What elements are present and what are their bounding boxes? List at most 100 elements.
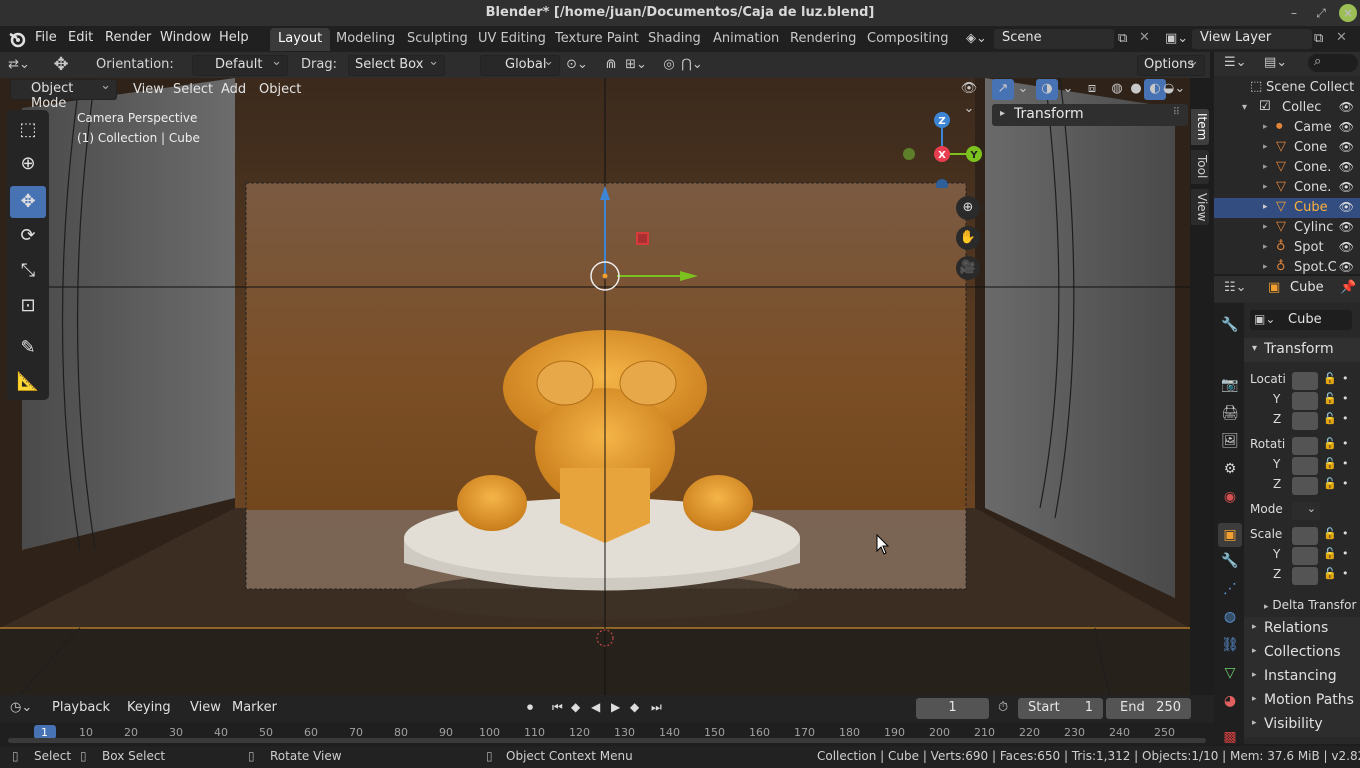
- tab-modeling[interactable]: Modeling: [328, 28, 403, 51]
- menu-file[interactable]: File: [35, 30, 57, 45]
- outliner-item[interactable]: ▸ ♁ Spot.C 👁: [1214, 258, 1360, 274]
- marker-menu[interactable]: Marker: [232, 700, 277, 715]
- eye-icon[interactable]: 👁: [1339, 100, 1354, 114]
- stopwatch-icon[interactable]: ⏱: [998, 700, 1008, 715]
- viewport-menu-select[interactable]: Select: [167, 81, 219, 98]
- tab-animation[interactable]: Animation: [705, 28, 787, 51]
- playback-menu[interactable]: Playback: [52, 700, 124, 715]
- expand-arrow-icon[interactable]: ▾: [1242, 102, 1247, 113]
- expand-arrow-icon[interactable]: ▸: [1263, 162, 1268, 172]
- delete-view-layer-icon[interactable]: ✕: [1336, 30, 1347, 45]
- physics-tab-icon[interactable]: ◍: [1218, 605, 1242, 629]
- outliner-search-icon[interactable]: ⌕: [1308, 54, 1358, 72]
- scene-icon[interactable]: ◈⌄: [966, 31, 987, 46]
- eye-icon[interactable]: 👁: [1339, 200, 1354, 214]
- rendered-shading-icon[interactable]: ◒⌄: [1163, 79, 1185, 100]
- keyframe-dot-icon[interactable]: •: [1342, 372, 1349, 385]
- pan-hand-icon[interactable]: ✋: [956, 226, 980, 250]
- lock-icon[interactable]: 🔓: [1323, 372, 1337, 385]
- jump-start-icon[interactable]: ⏮: [552, 700, 563, 715]
- modifier-tab-icon[interactable]: 🔧: [1218, 549, 1242, 573]
- viewport-menu-object[interactable]: Object: [253, 81, 307, 98]
- tab-compositing[interactable]: Compositing: [859, 28, 957, 51]
- checkbox-icon[interactable]: ☑: [1259, 99, 1271, 114]
- editor-type-icon[interactable]: ☰⌄: [1224, 55, 1247, 70]
- delta-transform-subpanel[interactable]: ▸ Delta Transfor: [1264, 598, 1360, 616]
- snap-target-icon[interactable]: ⊞⌄: [625, 55, 647, 76]
- options-dropdown[interactable]: Options: [1137, 54, 1205, 76]
- collections-section-header[interactable]: ▸ Collections: [1244, 641, 1360, 665]
- move-tool-button-icon[interactable]: ✥: [10, 186, 46, 218]
- 3d-viewport[interactable]: Object Mode View Select Add Object 👁⌄ ↗ …: [0, 78, 1190, 695]
- snap-icon[interactable]: ⋒: [600, 55, 622, 76]
- sidebar-tab-tool[interactable]: Tool: [1191, 150, 1209, 184]
- location-y-field[interactable]: [1292, 392, 1318, 410]
- current-frame-field[interactable]: 1: [916, 698, 989, 719]
- next-keyframe-icon[interactable]: ◆: [630, 700, 639, 714]
- select-box-tool-icon[interactable]: ⬚: [10, 114, 46, 146]
- keyframe-dot-icon[interactable]: •: [1342, 567, 1349, 580]
- move-tool-icon[interactable]: ✥: [50, 55, 72, 76]
- new-view-layer-icon[interactable]: ⧉: [1314, 31, 1323, 46]
- scale-tool-icon[interactable]: ⤡: [10, 255, 46, 287]
- blender-logo-icon[interactable]: [8, 30, 26, 48]
- outliner-item[interactable]: ▸ ▽ Cone 👁: [1214, 138, 1360, 158]
- jump-end-icon[interactable]: ⏭: [651, 700, 662, 715]
- menu-render[interactable]: Render: [105, 30, 151, 45]
- timeline-view-menu[interactable]: View: [190, 700, 221, 715]
- keyframe-dot-icon[interactable]: •: [1342, 477, 1349, 490]
- mode-dropdown[interactable]: Object Mode: [10, 78, 117, 111]
- location-x-field[interactable]: [1292, 372, 1318, 390]
- editor-type-icon[interactable]: ◷⌄: [10, 700, 32, 715]
- expand-arrow-icon[interactable]: ▸: [1263, 122, 1268, 132]
- scale-y-field[interactable]: [1292, 547, 1318, 565]
- outliner-item[interactable]: ▸ ▽ Cone. 👁: [1214, 178, 1360, 198]
- lock-icon[interactable]: 🔓: [1323, 567, 1337, 580]
- texture-tab-icon[interactable]: ▩: [1218, 725, 1242, 744]
- transform-orientation-dropdown[interactable]: Global: [480, 54, 560, 76]
- drag-dropdown[interactable]: Select Box: [348, 54, 445, 76]
- rotate-tool-icon[interactable]: ⟳: [10, 220, 46, 252]
- rotation-mode-dropdown[interactable]: ⌄: [1292, 502, 1320, 520]
- gizmo-toggle-icon[interactable]: ↗: [992, 79, 1014, 100]
- outliner-item-selected[interactable]: ▸ ▽ Cube 👁: [1214, 198, 1360, 218]
- keyframe-dot-icon[interactable]: •: [1342, 547, 1349, 560]
- lock-icon[interactable]: 🔓: [1323, 527, 1337, 540]
- eye-icon[interactable]: 👁: [1339, 220, 1354, 234]
- close-button[interactable]: ×: [1339, 4, 1357, 22]
- viewport-menu-view[interactable]: View: [127, 81, 170, 98]
- render-tab-icon[interactable]: 📷: [1218, 373, 1242, 397]
- new-scene-icon[interactable]: ⧉: [1118, 31, 1127, 46]
- scale-z-field[interactable]: [1292, 567, 1318, 585]
- viewport-menu-add[interactable]: Add: [215, 81, 252, 98]
- outliner-item[interactable]: ▸ ▽ Cone. 👁: [1214, 158, 1360, 178]
- view-layer-icon[interactable]: ▣⌄: [1165, 31, 1188, 46]
- editor-type-icon[interactable]: ☷⌄: [1224, 280, 1247, 295]
- tab-layout[interactable]: Layout: [270, 28, 331, 51]
- scale-x-field[interactable]: [1292, 527, 1318, 545]
- scene-collection-row[interactable]: ⬚ Scene Collect: [1214, 78, 1360, 98]
- lock-icon[interactable]: 🔓: [1323, 477, 1337, 490]
- end-frame-field[interactable]: End 250: [1106, 698, 1191, 719]
- expand-arrow-icon[interactable]: ▸: [1263, 222, 1268, 232]
- eye-icon[interactable]: 👁: [1339, 180, 1354, 194]
- prev-keyframe-icon[interactable]: ◆: [571, 700, 580, 714]
- object-tab-icon[interactable]: ▣: [1218, 523, 1242, 547]
- navigation-gizmo[interactable]: Z X Y: [890, 108, 1000, 188]
- keyframe-dot-icon[interactable]: •: [1342, 437, 1349, 450]
- drag-handle-icon[interactable]: ⠿: [1173, 107, 1180, 118]
- eye-icon[interactable]: 👁: [1339, 260, 1354, 274]
- expand-arrow-icon[interactable]: ▸: [1263, 242, 1268, 252]
- zoom-icon[interactable]: ⊕: [956, 196, 980, 220]
- sidebar-tab-view[interactable]: View: [1191, 189, 1209, 225]
- view-layer-tab-icon[interactable]: 🖼: [1218, 429, 1242, 453]
- expand-arrow-icon[interactable]: ▸: [1263, 202, 1268, 212]
- minimize-button[interactable]: –: [1285, 4, 1303, 22]
- falloff-icon[interactable]: ⋂⌄: [681, 55, 703, 76]
- orientation-dropdown[interactable]: Default: [192, 54, 288, 76]
- location-z-field[interactable]: [1292, 412, 1318, 430]
- keying-menu[interactable]: Keying: [127, 700, 171, 715]
- tab-rendering[interactable]: Rendering: [782, 28, 864, 51]
- lock-icon[interactable]: 🔓: [1323, 392, 1337, 405]
- lock-icon[interactable]: 🔓: [1323, 437, 1337, 450]
